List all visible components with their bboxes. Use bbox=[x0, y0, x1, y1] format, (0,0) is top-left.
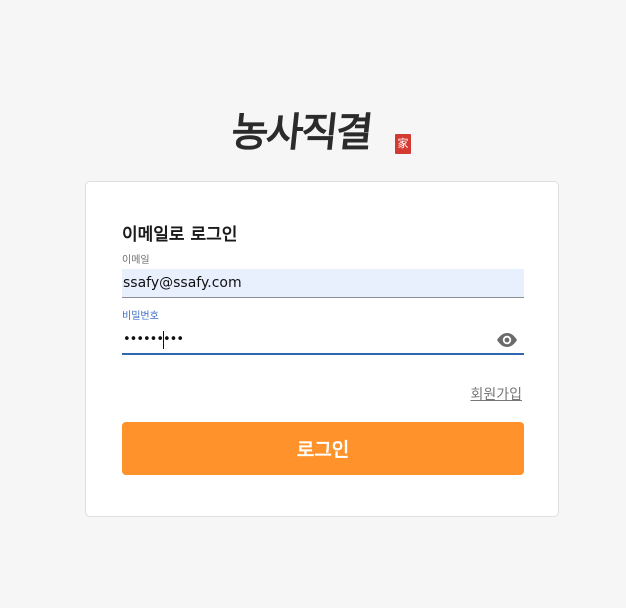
email-value: ssafy@ssafy.com bbox=[123, 275, 242, 291]
login-title: 이메일로 로그인 bbox=[122, 225, 238, 245]
password-value: ••••••••• bbox=[123, 332, 184, 347]
password-label: 비밀번호 bbox=[122, 311, 159, 322]
brand-logo-text: 농사직결 bbox=[229, 109, 374, 156]
email-label: 이메일 bbox=[122, 255, 150, 266]
email-input[interactable]: ssafy@ssafy.com bbox=[122, 269, 524, 298]
login-button[interactable]: 로그인 bbox=[122, 422, 524, 475]
signup-link[interactable]: 회원가입 bbox=[470, 384, 522, 404]
text-caret bbox=[163, 331, 164, 349]
eye-icon[interactable] bbox=[496, 331, 518, 349]
brand-logo: 농사직결 家 bbox=[229, 100, 412, 160]
brand-logo-seal: 家 bbox=[395, 134, 411, 154]
login-card: 이메일로 로그인 이메일 ssafy@ssafy.com 비밀번호 ••••••… bbox=[85, 181, 559, 517]
password-input[interactable]: ••••••••• bbox=[122, 326, 524, 355]
